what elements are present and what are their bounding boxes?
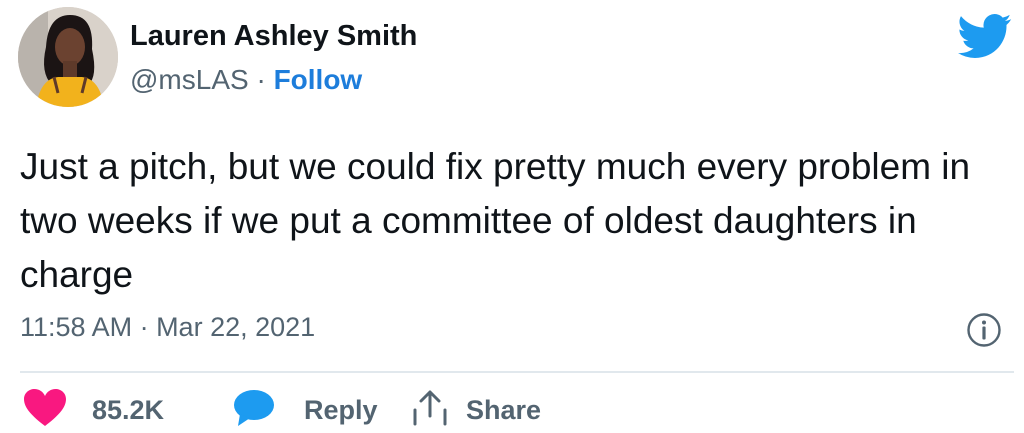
like-button[interactable]: 85.2K — [22, 388, 165, 433]
like-count: 85.2K — [92, 394, 165, 425]
tweet-timestamp[interactable]: 11:58 AM · Mar 22, 2021 — [20, 312, 315, 343]
follow-button[interactable]: Follow — [274, 64, 363, 95]
twitter-bird-icon[interactable] — [958, 14, 1012, 58]
user-handle[interactable]: @msLAS — [130, 64, 249, 95]
handle-line: @msLAS · Follow — [130, 64, 362, 96]
tweet-text: Just a pitch, but we could fix pretty mu… — [20, 146, 971, 295]
divider — [20, 371, 1014, 373]
info-icon[interactable] — [966, 312, 1002, 348]
speech-bubble-icon — [232, 388, 276, 433]
share-arrow-icon — [410, 388, 450, 433]
display-name[interactable]: Lauren Ashley Smith — [130, 20, 417, 53]
tweet-card: Lauren Ashley Smith @msLAS · Follow Just… — [0, 0, 1024, 426]
reply-button[interactable]: Reply — [232, 388, 378, 433]
action-bar: 85.2K Reply Share — [20, 388, 1020, 433]
separator: · — [256, 64, 266, 95]
heart-icon — [22, 388, 68, 433]
share-button[interactable]: Share — [410, 390, 541, 430]
avatar[interactable] — [18, 7, 118, 107]
reply-label: Reply — [304, 394, 378, 425]
share-label: Share — [466, 394, 542, 425]
